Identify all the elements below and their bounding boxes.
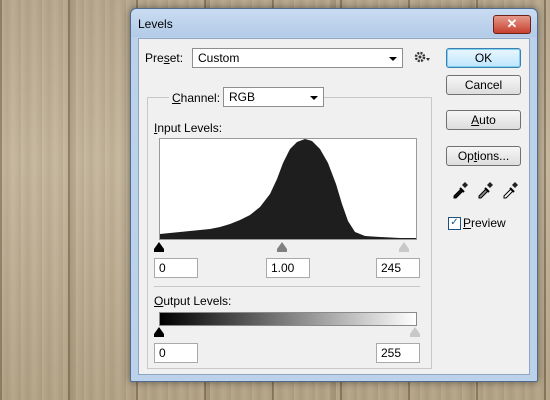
window-title: Levels (138, 17, 173, 31)
preview-checkbox[interactable]: ✓ (448, 217, 461, 230)
input-black-slider[interactable] (154, 242, 164, 249)
close-button[interactable]: ✕ (493, 15, 531, 34)
preview-label[interactable]: Preview (463, 216, 506, 230)
output-black-field[interactable]: 0 (154, 343, 198, 363)
preset-value: Custom (198, 51, 240, 65)
auto-button[interactable]: Auto (446, 110, 521, 130)
histogram-graph (160, 139, 416, 239)
divider (154, 286, 420, 287)
preset-label: Preset: (145, 51, 184, 65)
dialog-body: Preset: Custom Channel: RGB Input Levels… (138, 38, 530, 375)
output-levels-label: Output Levels: (154, 294, 232, 308)
chevron-down-icon (389, 57, 397, 61)
black-eyedropper-icon[interactable] (451, 181, 469, 199)
channel-value: RGB (229, 90, 256, 104)
cancel-button[interactable]: Cancel (446, 75, 521, 95)
input-white-field[interactable]: 245 (376, 258, 420, 278)
gray-eyedropper-icon[interactable] (476, 181, 494, 199)
gear-icon[interactable] (413, 49, 431, 67)
output-black-slider-base (154, 334, 164, 337)
input-black-field[interactable]: 0 (154, 258, 198, 278)
input-levels-label: Input Levels: (154, 121, 223, 135)
input-black-slider-base (154, 249, 164, 252)
input-gamma-slider-base (277, 249, 287, 252)
input-gamma-field[interactable]: 1.00 (266, 258, 310, 278)
input-white-slider-base (399, 249, 409, 252)
output-black-slider[interactable] (154, 327, 164, 334)
close-icon: ✕ (506, 16, 518, 31)
title-bar[interactable]: Levels ✕ (131, 9, 537, 37)
options-button[interactable]: Options... (446, 146, 521, 166)
channel-dropdown[interactable]: RGB (223, 87, 324, 107)
output-gradient-bar (159, 312, 417, 326)
input-white-slider[interactable] (399, 242, 409, 249)
histogram (159, 138, 417, 240)
output-white-field[interactable]: 255 (376, 343, 420, 363)
channel-label: Channel: (169, 91, 224, 105)
input-gamma-slider[interactable] (277, 242, 287, 249)
chevron-down-icon (310, 96, 318, 100)
ok-button[interactable]: OK (446, 48, 521, 68)
white-eyedropper-icon[interactable] (501, 181, 519, 199)
levels-dialog: Levels ✕ Preset: Custom Channel: RGB Inp… (130, 8, 538, 382)
preset-dropdown[interactable]: Custom (192, 48, 403, 68)
output-white-slider[interactable] (410, 327, 420, 334)
output-white-slider-base (410, 334, 420, 337)
